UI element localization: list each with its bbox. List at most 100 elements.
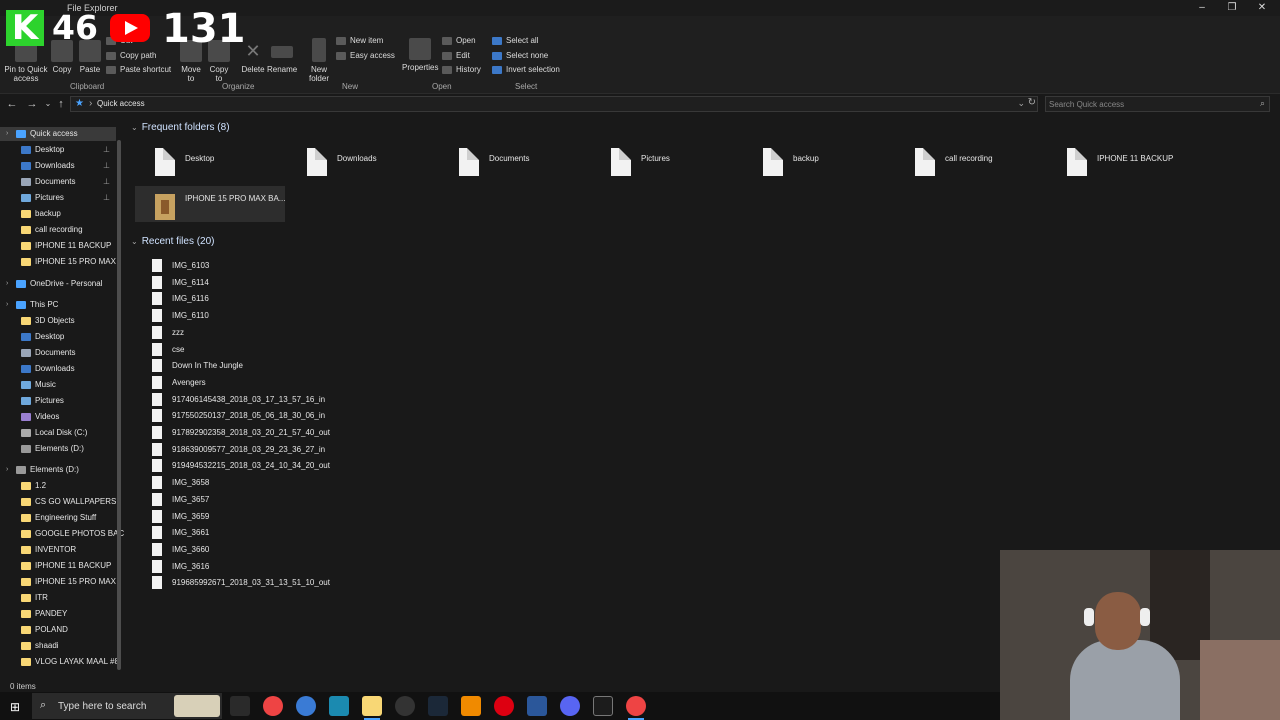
- sidebar-drive-item[interactable]: 1.2: [0, 479, 116, 493]
- sidebar-pc-item[interactable]: Downloads: [0, 362, 116, 376]
- properties-button[interactable]: Properties: [402, 38, 438, 72]
- windows-start-icon[interactable]: ⊞: [10, 700, 20, 714]
- frequent-folder-tile[interactable]: Documents: [429, 140, 579, 176]
- recent-file-row[interactable]: 919494532215_2018_03_24_10_34_20_out: [152, 457, 452, 473]
- sidebar-drive-item[interactable]: CS GO WALLPAPERS: [0, 495, 116, 509]
- up-button[interactable]: ↑: [53, 97, 69, 111]
- recent-file-row[interactable]: IMG_6116: [152, 290, 452, 306]
- chevron-icon[interactable]: ›: [6, 298, 8, 312]
- task-view-icon[interactable]: [230, 696, 250, 716]
- recent-file-row[interactable]: IMG_3661: [152, 524, 452, 540]
- sidebar-item-onedrive[interactable]: OneDrive - Personal ›: [0, 277, 116, 291]
- recent-file-row[interactable]: zzz: [152, 324, 452, 340]
- sidebar-drive-item[interactable]: shaadi: [0, 639, 116, 653]
- opera-icon[interactable]: [494, 696, 514, 716]
- frequent-folder-tile[interactable]: Downloads: [277, 140, 427, 176]
- search-box[interactable]: ⌕: [1045, 96, 1270, 112]
- address-field[interactable]: ★ › Quick access ⌄ ↻: [70, 96, 1038, 112]
- recent-file-row[interactable]: IMG_6110: [152, 307, 452, 323]
- sidebar-drive-item[interactable]: IPHONE 15 PRO MAX: [0, 575, 116, 589]
- sidebar-drive-item[interactable]: PANDEY: [0, 607, 116, 621]
- sidebar-scrollbar[interactable]: [116, 130, 122, 672]
- sidebar-quick-item[interactable]: Desktop ⊥: [0, 143, 116, 157]
- sidebar-pc-item[interactable]: Local Disk (C:): [0, 426, 116, 440]
- refresh-icon[interactable]: ↻: [1028, 97, 1036, 108]
- new-folder-button[interactable]: New folder: [306, 38, 332, 83]
- sidebar-pc-item[interactable]: Music: [0, 378, 116, 392]
- chevron-down-icon[interactable]: ⌄: [131, 123, 138, 132]
- sidebar-quick-item[interactable]: IPHONE 11 BACKUP: [0, 239, 116, 253]
- recent-file-row[interactable]: IMG_3657: [152, 491, 452, 507]
- maximize-button[interactable]: ❐: [1221, 2, 1243, 14]
- sidebar-pc-item[interactable]: Pictures: [0, 394, 116, 408]
- sidebar-drive-item[interactable]: GOOGLE PHOTOS BAC: [0, 527, 124, 541]
- sidebar-drive-item[interactable]: VLOG LAYAK MAAL #8: [0, 655, 119, 669]
- sidebar-drive-item[interactable]: POLAND: [0, 623, 116, 637]
- sidebar-item-this-pc[interactable]: This PC ›: [0, 298, 116, 312]
- sidebar-pc-item[interactable]: Documents: [0, 346, 116, 360]
- sidebar-quick-item[interactable]: backup: [0, 207, 116, 221]
- recent-file-row[interactable]: 918639009577_2018_03_29_23_36_27_in: [152, 441, 452, 457]
- copilot-icon[interactable]: [296, 696, 316, 716]
- sidebar-pc-item[interactable]: Desktop: [0, 330, 116, 344]
- recent-file-row[interactable]: cse: [152, 341, 452, 357]
- recent-file-row[interactable]: IMG_6103: [152, 257, 452, 273]
- settings-icon[interactable]: [395, 696, 415, 716]
- playstation-icon[interactable]: [593, 696, 613, 716]
- forward-button[interactable]: →: [24, 97, 40, 111]
- paste-shortcut-button[interactable]: Paste shortcut: [106, 63, 171, 77]
- select-all-button[interactable]: Select all: [492, 34, 538, 48]
- recent-file-row[interactable]: IMG_3660: [152, 541, 452, 557]
- history-button[interactable]: History: [442, 63, 481, 77]
- sidebar-pc-item[interactable]: Videos: [0, 410, 116, 424]
- copy-path-button[interactable]: Copy path: [106, 49, 156, 63]
- chrome-icon[interactable]: [263, 696, 283, 716]
- frequent-folder-tile[interactable]: Desktop: [125, 140, 275, 176]
- chevron-down-icon[interactable]: ⌄: [131, 237, 138, 246]
- recent-file-row[interactable]: Down In The Jungle: [152, 357, 452, 373]
- recent-file-row[interactable]: 917550250137_2018_05_06_18_30_06_in: [152, 407, 452, 423]
- edit-button[interactable]: Edit: [442, 49, 470, 63]
- search-input[interactable]: [1049, 98, 1249, 110]
- chrome-active-icon[interactable]: [626, 696, 646, 720]
- recent-file-row[interactable]: IMG_3658: [152, 474, 452, 490]
- recent-file-row[interactable]: IMG_3616: [152, 558, 452, 574]
- sidebar-item-elements-drive[interactable]: Elements (D:) ›: [0, 463, 116, 477]
- sidebar-quick-item[interactable]: Downloads ⊥: [0, 159, 116, 173]
- steam-icon[interactable]: [428, 696, 448, 716]
- taskbar-search[interactable]: ⌕: [32, 693, 222, 719]
- sidebar-item-quick-access[interactable]: Quick access ›: [0, 127, 116, 141]
- frequent-folder-tile[interactable]: IPHONE 11 BACKUP: [1037, 140, 1187, 176]
- sidebar-drive-item[interactable]: INVENTOR: [0, 543, 116, 557]
- easy-access-button[interactable]: Easy access: [336, 49, 395, 63]
- sidebar-scrollbar-thumb[interactable]: [117, 140, 121, 670]
- chevron-icon[interactable]: ›: [6, 127, 8, 141]
- minimize-button[interactable]: –: [1191, 2, 1213, 14]
- sidebar-quick-item[interactable]: Pictures ⊥: [0, 191, 116, 205]
- recent-file-row[interactable]: 919685992671_2018_03_31_13_51_10_out: [152, 574, 452, 590]
- sidebar-drive-item[interactable]: Engineering Stuff: [0, 511, 116, 525]
- rename-button[interactable]: Rename: [267, 40, 297, 74]
- recent-file-row[interactable]: Avengers: [152, 374, 452, 390]
- frequent-folder-tile[interactable]: Pictures: [581, 140, 731, 176]
- frequent-folder-tile[interactable]: call recording: [885, 140, 1035, 176]
- sidebar-quick-item[interactable]: call recording: [0, 223, 116, 237]
- frequent-folder-tile[interactable]: IPHONE 15 PRO MAX BA...: [135, 186, 285, 222]
- vlc-icon[interactable]: [461, 696, 481, 716]
- chevron-down-icon[interactable]: ⌄: [1017, 98, 1025, 109]
- file-explorer-icon[interactable]: [362, 696, 382, 720]
- recent-file-row[interactable]: IMG_6114: [152, 274, 452, 290]
- chevron-icon[interactable]: ›: [6, 463, 8, 477]
- sidebar-pc-item[interactable]: Elements (D:): [0, 442, 116, 456]
- word-icon[interactable]: [527, 696, 547, 716]
- chevron-icon[interactable]: ›: [6, 277, 8, 291]
- close-button[interactable]: ✕: [1251, 2, 1273, 14]
- recent-file-row[interactable]: 917892902358_2018_03_20_21_57_40_out: [152, 424, 452, 440]
- sidebar-quick-item[interactable]: Documents ⊥: [0, 175, 116, 189]
- recent-file-row[interactable]: IMG_3659: [152, 508, 452, 524]
- discord-icon[interactable]: [560, 696, 580, 716]
- recent-files-header[interactable]: ⌄ Recent files (20): [131, 236, 215, 247]
- new-item-button[interactable]: New item: [336, 34, 383, 48]
- app-icon[interactable]: [329, 696, 349, 716]
- invert-selection-button[interactable]: Invert selection: [492, 63, 560, 77]
